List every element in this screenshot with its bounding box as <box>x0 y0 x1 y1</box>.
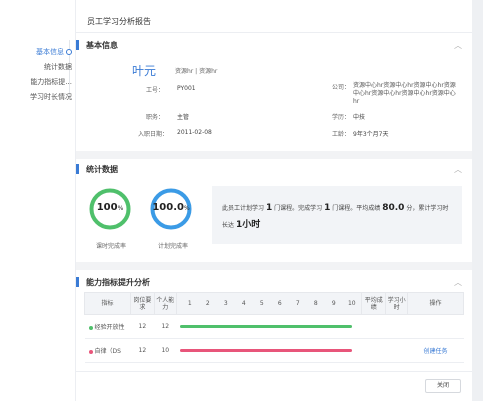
section-marker <box>76 277 79 287</box>
table-row: 经验开放性 12 12 <box>84 314 464 339</box>
employee-name: 叶元 <box>132 64 157 78</box>
section-title-ability: 能力指标提升分析 <box>86 278 150 287</box>
sidebar-item-study-time[interactable]: 学习时长情况 <box>0 90 76 104</box>
col-scale: 1 2 3 4 5 6 7 8 9 10 <box>175 292 363 315</box>
operation-cell <box>407 314 464 339</box>
average-score: 80.0 <box>382 203 405 213</box>
sidebar-item-label: 能力指标提... <box>30 78 72 86</box>
gauge-value: 100.0% <box>152 202 190 213</box>
scroll-gutter <box>472 0 483 401</box>
post-requirement-cell: 12 <box>130 314 155 339</box>
status-dot-icon <box>88 349 93 354</box>
bar-cell <box>176 314 362 339</box>
plan-completion-gauge: 100.0% <box>150 188 192 230</box>
study-hours-cell <box>385 314 408 339</box>
sidebar-nav: 基本信息 统计数据 能力指标提... 学习时长情况 <box>0 0 76 401</box>
collapse-chevron-icon[interactable]: ︿ <box>454 40 462 51</box>
planned-count: 1 <box>265 203 273 213</box>
ability-bar <box>180 349 353 352</box>
section-gap <box>76 151 472 159</box>
study-hours-cell <box>385 338 408 363</box>
sidebar-item-ability[interactable]: 能力指标提... <box>0 75 76 89</box>
ability-table: 指标 岗位要求 个人能力 1 2 3 4 5 6 7 8 9 10 平均成绩 学习小时 操作 经验… <box>84 292 464 363</box>
col-personal-ability: 个人能力 <box>153 292 177 315</box>
employee-no-value: PY001 <box>177 85 196 92</box>
operation-cell: 创建任务 <box>407 338 464 363</box>
seniority-label: 工龄： <box>332 131 351 138</box>
ability-bar <box>180 325 353 328</box>
scale-tick: 1 <box>187 300 192 307</box>
avg-score-cell <box>361 338 386 363</box>
title-divider <box>76 32 472 33</box>
create-task-link[interactable]: 创建任务 <box>424 348 448 355</box>
position-label: 职务： <box>146 114 165 121</box>
scale-tick: 6 <box>277 300 282 307</box>
education-label: 学历： <box>332 114 351 121</box>
sidebar-item-label: 统计数据 <box>44 63 72 71</box>
scale-tick: 8 <box>313 300 318 307</box>
page-title: 员工学习分析报告 <box>87 17 151 26</box>
personal-ability-cell: 10 <box>154 338 177 363</box>
lesson-completion-gauge: 100% <box>89 188 131 230</box>
seniority-value: 9年3个月7天 <box>353 131 389 138</box>
scale-tick: 7 <box>295 300 300 307</box>
scale-tick: 3 <box>223 300 228 307</box>
table-row: 自律（DS 12 10 创建任务 <box>84 338 464 363</box>
gauge-caption: 计划完成率 <box>158 243 189 250</box>
scale-tick: 5 <box>259 300 264 307</box>
col-post-requirement: 岗位要求 <box>129 292 155 315</box>
status-dot-icon <box>88 325 93 330</box>
join-date-value: 2011-02-08 <box>177 129 212 136</box>
scale-tick: 4 <box>241 300 246 307</box>
personal-ability-cell: 12 <box>154 314 177 339</box>
collapse-chevron-icon[interactable]: ︿ <box>454 164 462 175</box>
company-label: 公司： <box>332 84 351 91</box>
stats-summary: 此员工计划学习 1 门课程。完成学习 1 门课程。平均成绩 80.0 分，累计学… <box>212 186 462 244</box>
employee-tags: 资源hr | 资源hr <box>175 68 218 75</box>
close-button[interactable]: 关闭 <box>425 379 461 393</box>
indicator-name: 经验开放性 <box>94 324 125 331</box>
col-operation: 操作 <box>407 292 464 315</box>
company-value: 资源中心hr资源中心hr资源中心hr资源中心hr资源中心hr资源中心hr资源中心… <box>353 82 456 105</box>
scale-tick: 2 <box>205 300 210 307</box>
gauge-caption: 课时完成率 <box>96 243 127 250</box>
col-avg-score: 平均成绩 <box>361 292 387 315</box>
indicator-cell: 经验开放性 <box>84 314 131 339</box>
indicator-name: 自律（DS <box>94 348 121 355</box>
section-title-stats: 统计数据 <box>86 165 118 174</box>
scale-tick: 10 <box>347 300 356 307</box>
sidebar-item-label: 基本信息 <box>36 48 64 56</box>
bar-cell <box>176 338 362 363</box>
total-duration: 1小时 <box>235 220 261 230</box>
sidebar-item-label: 学习时长情况 <box>30 93 72 101</box>
section-marker <box>76 164 79 174</box>
sidebar-item-statistics[interactable]: 统计数据 <box>0 60 76 74</box>
section-gap <box>76 262 472 270</box>
report-panel: 员工学习分析报告 基本信息 ︿ 叶元 资源hr | 资源hr 工号： PY001… <box>76 0 472 401</box>
col-study-hours: 学习小时 <box>385 292 409 315</box>
position-value: 主管 <box>177 114 190 121</box>
table-header-row: 指标 岗位要求 个人能力 1 2 3 4 5 6 7 8 9 10 平均成绩 学习小时 操作 <box>84 292 464 315</box>
section-marker <box>76 40 79 50</box>
post-requirement-cell: 12 <box>130 338 155 363</box>
col-indicator: 指标 <box>84 292 131 315</box>
sidebar-item-basic-info[interactable]: 基本信息 <box>0 45 76 59</box>
gauge-value: 100% <box>96 202 124 213</box>
scale-tick: 9 <box>331 300 336 307</box>
scale-ticks: 1 2 3 4 5 6 7 8 9 10 <box>181 300 361 307</box>
education-value: 中技 <box>353 114 366 121</box>
indicator-cell: 自律（DS <box>84 338 131 363</box>
collapse-chevron-icon[interactable]: ︿ <box>454 277 462 288</box>
section-title-basic: 基本信息 <box>86 41 118 50</box>
completed-count: 1 <box>324 203 331 213</box>
active-dot-icon <box>66 49 72 55</box>
dialog-footer: 关闭 <box>76 371 472 401</box>
avg-score-cell <box>361 314 386 339</box>
join-date-label: 入职日期： <box>138 131 169 138</box>
employee-no-label: 工号： <box>146 87 165 94</box>
